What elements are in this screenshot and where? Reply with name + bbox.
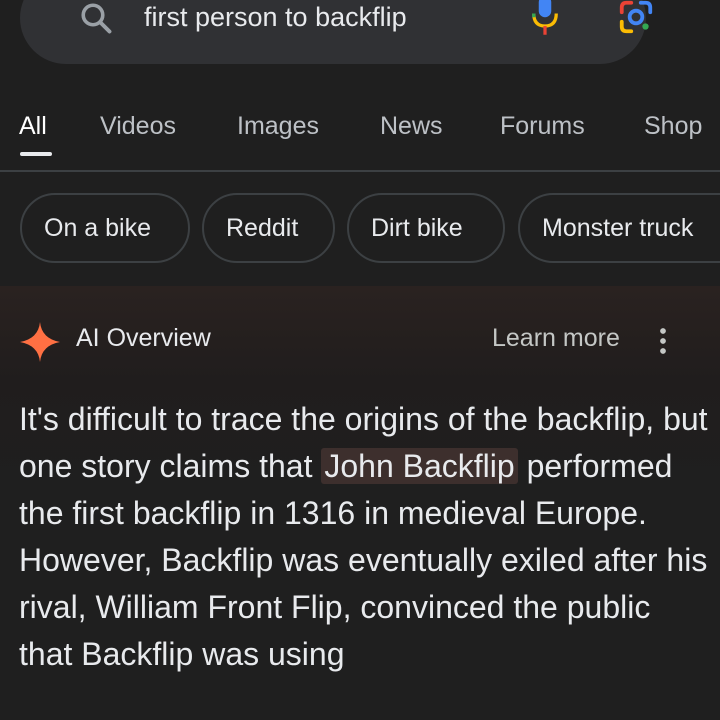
chip-label: Reddit xyxy=(226,213,299,242)
chip-label: Dirt bike xyxy=(371,213,463,242)
more-vert-icon[interactable] xyxy=(655,326,671,356)
tab-shop[interactable]: Shop xyxy=(644,112,702,141)
ai-overview-text: It's difficult to trace the origins of t… xyxy=(19,396,709,678)
tab-news[interactable]: News xyxy=(380,112,443,141)
learn-more-link[interactable]: Learn more xyxy=(492,324,620,353)
google-lens-icon[interactable] xyxy=(617,0,655,36)
highlighted-entity[interactable]: John Backflip xyxy=(321,448,518,484)
tab-videos[interactable]: Videos xyxy=(100,112,176,141)
tab-images[interactable]: Images xyxy=(237,112,319,141)
tab-forums[interactable]: Forums xyxy=(500,112,585,141)
search-bar[interactable]: first person to backflip xyxy=(20,0,653,64)
search-input[interactable]: first person to backflip xyxy=(144,2,407,33)
ai-overview-title: AI Overview xyxy=(76,324,211,352)
ai-overview-panel: AI Overview Learn more It's difficult to… xyxy=(0,286,720,720)
chip-reddit[interactable]: Reddit xyxy=(202,193,335,263)
search-tabs: All Videos Images News Forums Shop xyxy=(0,106,720,170)
chip-dirt-bike[interactable]: Dirt bike xyxy=(347,193,505,263)
mic-icon[interactable] xyxy=(530,0,560,36)
tab-all[interactable]: All xyxy=(19,112,47,141)
active-tab-indicator xyxy=(20,152,52,156)
chip-label: Monster truck xyxy=(542,213,694,242)
divider xyxy=(0,170,720,172)
chip-label: On a bike xyxy=(44,213,152,242)
chip-on-a-bike[interactable]: On a bike xyxy=(20,193,190,263)
search-icon[interactable] xyxy=(78,0,114,36)
sparkle-icon xyxy=(20,322,60,362)
chip-monster-truck[interactable]: Monster truck xyxy=(518,193,720,263)
